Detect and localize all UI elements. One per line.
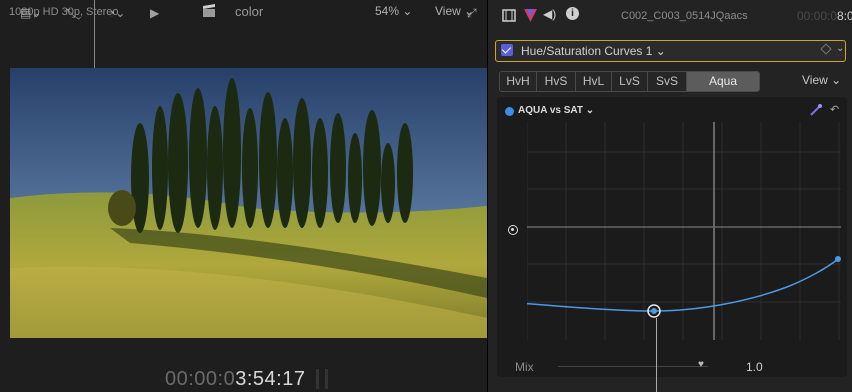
mix-slider[interactable] [558, 366, 708, 367]
mix-value[interactable]: 1.0 [746, 360, 763, 374]
clapper-icon [203, 4, 215, 17]
tab-hvs[interactable]: HvS [537, 72, 576, 91]
chevron-down-icon: ⌄ [115, 6, 126, 20]
color-inspector: ◀) i C002_C003_0514JQaacs 00:00:08:07 Hu… [488, 0, 852, 392]
info-icon[interactable]: i [566, 7, 579, 20]
inspector-clip-name: C002_C003_0514JQaacs [621, 10, 748, 22]
play-button[interactable]: ▶ [150, 6, 159, 20]
chevron-down-icon: ⌄ [75, 6, 82, 20]
callout-line [94, 0, 95, 68]
curve-view-menu[interactable]: View ⌄ [802, 73, 841, 87]
play-icon: ▶ [150, 6, 160, 20]
chevron-down-icon: ⌄ [402, 4, 413, 18]
transform-tool-icon: ⤡ [66, 6, 76, 20]
fullscreen-button[interactable]: ⤢ [467, 6, 477, 21]
curve-title-menu[interactable]: AQUA vs SAT ⌄ [518, 105, 594, 116]
audio-icon[interactable]: ◀) [543, 7, 556, 21]
color-icon[interactable] [524, 9, 537, 22]
viewer-clip-name: color [235, 4, 264, 19]
effect-enable-checkbox[interactable] [501, 44, 513, 56]
curve-tabs: HvH HvS HvL LvS SvS Aqua [499, 71, 760, 92]
timecode-dim: 00:00:0 [165, 368, 236, 390]
tab-hvh[interactable]: HvH [500, 72, 537, 91]
eyedropper-icon[interactable] [810, 104, 822, 116]
timecode-lit: 3:54:17 [235, 368, 306, 390]
curve-color-swatch [505, 107, 514, 116]
viewer-panel: 1080p HD 30p, Stereo color 54% ⌄ View ⌄ [0, 0, 487, 392]
chevron-down-icon: ⌄ [31, 6, 42, 20]
tab-aqua[interactable]: Aqua [687, 72, 759, 91]
tab-svs[interactable]: SvS [648, 72, 687, 91]
timecode-lit: 8:07 [837, 9, 852, 23]
keyframe-icon[interactable] [820, 43, 832, 55]
curve-graph[interactable] [527, 122, 841, 340]
curve-point-right [835, 256, 841, 262]
transform-tool-menu[interactable]: ⤡⌄ [66, 6, 81, 21]
chevron-down-icon: ⌄ [585, 105, 595, 116]
tab-hvl[interactable]: HvL [576, 72, 612, 91]
viewer-timecode: 00:00:03:54:17 [165, 368, 305, 391]
target-icon[interactable] [508, 225, 518, 235]
curve-title: AQUA vs SAT [518, 105, 584, 116]
reset-icon[interactable]: ↶ [830, 103, 839, 116]
layout-menu[interactable]: ▤⌄ [20, 6, 41, 20]
film-icon[interactable] [502, 9, 516, 22]
chevron-down-icon: ⌄ [831, 73, 842, 87]
speed-menu[interactable]: ◔⌄ [108, 6, 125, 20]
video-frame [10, 68, 487, 338]
tab-lvs[interactable]: LvS [612, 72, 648, 91]
curve-panel: AQUA vs SAT ⌄ ↶ [497, 97, 847, 377]
chevron-down-icon: ⌄ [655, 44, 666, 58]
inspector-timecode: 00:00:08:07 [797, 9, 852, 23]
zoom-menu[interactable]: 54% ⌄ [375, 4, 412, 18]
timecode-dim: 00:00:0 [797, 9, 838, 23]
chevron-down-icon[interactable]: ⌄ [836, 43, 844, 54]
mix-slider-handle[interactable]: ♥ [698, 359, 704, 370]
layout-icon: ▤ [20, 6, 32, 20]
effect-name: Hue/Saturation Curves 1 [521, 44, 653, 58]
effect-name-menu[interactable]: Hue/Saturation Curves 1 ⌄ [521, 44, 666, 58]
callout-line [656, 318, 657, 392]
zoom-value: 54% [375, 4, 400, 18]
effect-header[interactable]: Hue/Saturation Curves 1 ⌄ ⌄ [495, 40, 846, 62]
audio-meter [316, 369, 334, 392]
curve-point-selected-fill [651, 308, 657, 314]
mix-label: Mix [515, 360, 534, 374]
fullscreen-icon: ⤢ [467, 6, 477, 20]
view-label: View [435, 4, 461, 18]
view-label: View [802, 73, 828, 87]
